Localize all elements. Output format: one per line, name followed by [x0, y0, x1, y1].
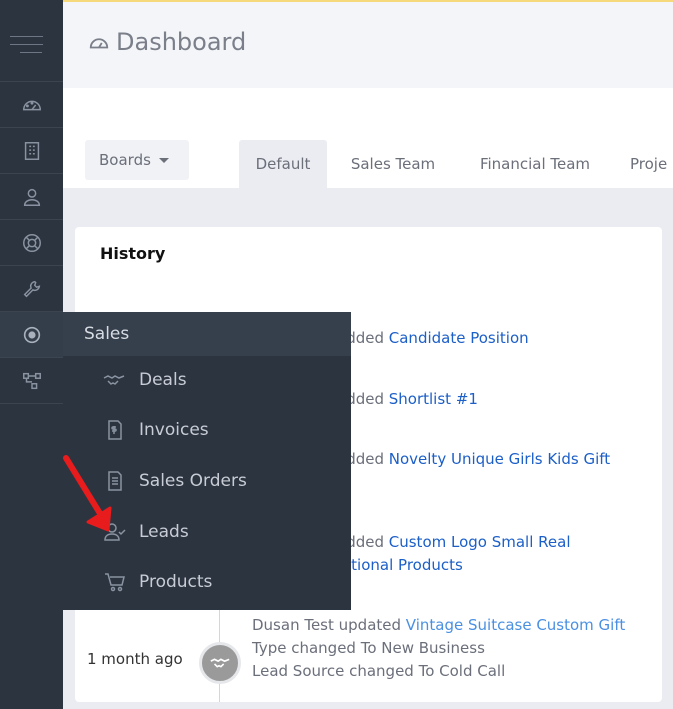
menu-item-label: Deals	[139, 370, 187, 390]
dashboard-icon	[22, 100, 41, 110]
menu-item-invoices[interactable]: Invoices	[103, 415, 209, 445]
menu-item-label: Sales Orders	[139, 471, 247, 491]
history-change: Type changed To New Business	[252, 639, 485, 657]
tab-label: Sales Team	[350, 155, 436, 173]
history-link[interactable]: Custom Logo Small Real	[389, 533, 571, 551]
history-item: added Novelty Unique Girls Kids Gift	[337, 448, 662, 471]
boards-dropdown[interactable]: Boards	[85, 140, 189, 180]
history-item: added Shortlist #1	[337, 388, 657, 411]
history-link[interactable]: Shortlist #1	[389, 390, 478, 408]
menu-item-label: Invoices	[139, 420, 209, 440]
caret-down-icon	[158, 157, 169, 163]
flyout-title: Sales	[63, 312, 351, 356]
tab-label: Proje	[630, 155, 668, 173]
history-change: Lead Source changed To Cold Call	[252, 662, 506, 680]
building-icon	[24, 141, 39, 160]
history-text: Dusan Test updated	[252, 616, 406, 634]
timeline-dot	[199, 642, 241, 684]
sidebar-item-contacts[interactable]	[0, 174, 63, 220]
red-arrow-annotation	[63, 455, 112, 532]
invoice-icon	[108, 420, 122, 440]
sidebar-item-tools[interactable]	[0, 266, 63, 312]
menu-item-products[interactable]: Products	[103, 567, 212, 597]
workflow-icon	[22, 372, 41, 389]
sidebar-item-support[interactable]	[0, 220, 63, 266]
page-title: Dashboard	[88, 28, 246, 56]
sidebar-item-organizations[interactable]	[0, 128, 63, 174]
card-title: History	[100, 244, 166, 263]
sales-target-icon	[23, 326, 40, 343]
wrench-icon	[23, 280, 40, 297]
page-title-text: Dashboard	[116, 28, 247, 56]
history-link[interactable]: Candidate Position	[389, 329, 529, 347]
history-item: added Custom Logo Small Real otional Pro…	[337, 531, 657, 577]
tab-label: Default	[255, 155, 311, 173]
menu-item-label: Products	[139, 572, 213, 592]
sidebar-item-workflow[interactable]	[0, 358, 63, 404]
sidebar-item-sales[interactable]	[0, 312, 63, 358]
tab-default[interactable]: Default	[239, 140, 327, 188]
sidebar	[0, 0, 63, 709]
tab-projects[interactable]: Proje	[622, 140, 673, 188]
menu-item-deals[interactable]: Deals	[103, 365, 187, 395]
tab-label: Financial Team	[479, 155, 591, 173]
hamburger-menu-icon[interactable]	[0, 0, 63, 82]
dashboard-icon	[89, 38, 109, 49]
history-link[interactable]: Novelty Unique Girls Kids Gift	[389, 450, 610, 468]
user-icon	[23, 188, 40, 206]
page-header: Dashboard	[63, 2, 673, 88]
sidebar-item-dashboard[interactable]	[0, 82, 63, 128]
handshake-icon	[210, 658, 230, 668]
lifebuoy-icon	[22, 233, 41, 252]
history-link-continued[interactable]: otional Products	[342, 556, 463, 574]
history-link[interactable]: Vintage Suitcase Custom Gift	[406, 616, 625, 634]
tab-financial-team[interactable]: Financial Team	[462, 140, 608, 188]
handshake-icon	[103, 375, 125, 385]
history-item: Dusan Test updated Vintage Suitcase Cust…	[252, 614, 652, 683]
boards-label: Boards	[99, 151, 151, 169]
menu-item-label: Leads	[139, 522, 189, 542]
cart-icon	[105, 573, 125, 592]
history-item: added Candidate Position	[337, 327, 657, 350]
history-time: 1 month ago	[87, 650, 183, 668]
tab-sales-team[interactable]: Sales Team	[333, 140, 453, 188]
